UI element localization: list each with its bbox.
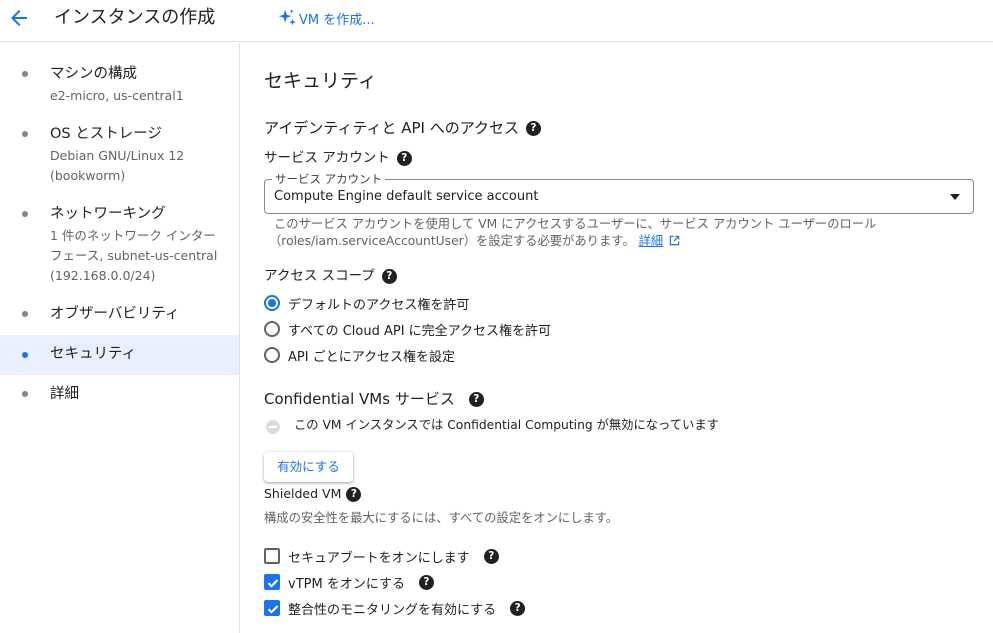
sidebar-nav: マシンの構成 e2-micro, us-central1 OS とストレージ D…: [0, 43, 240, 633]
radio-label: API ごとにアクセス権を設定: [288, 349, 456, 365]
create-vm-label: VM を作成...: [299, 12, 375, 28]
sidebar-item-label: マシンの構成: [50, 66, 137, 82]
checkbox-checked-icon: [264, 574, 280, 590]
confidential-status-text: この VM インスタンスでは Confidential Computing が無…: [294, 418, 719, 432]
dropdown-arrow-icon: [950, 194, 960, 200]
main-content: セキュリティ アイデンティティと API へのアクセス ? サービス アカウント…: [241, 43, 993, 633]
sidebar-item-os-storage[interactable]: OS とストレージ Debian GNU/Linux 12 (bookworm): [0, 119, 239, 189]
radio-unselected-icon: [264, 347, 280, 363]
help-icon[interactable]: ?: [525, 120, 541, 136]
service-account-heading-text: サービス アカウント: [264, 150, 390, 166]
disabled-status-icon: [266, 420, 280, 434]
sidebar-item-networking[interactable]: ネットワーキング 1 件のネットワーク インターフェース, subnet-us-…: [0, 199, 239, 289]
create-vm-with-ai-button[interactable]: VM を作成...: [276, 7, 375, 29]
step-dot-icon: [22, 391, 28, 397]
checkbox-checked-icon: [264, 600, 280, 616]
sidebar-item-label: オブザーバビリティ: [50, 306, 180, 322]
checkbox-label: vTPM をオンにする: [288, 576, 405, 592]
confidential-heading-text: Confidential VMs サービス: [264, 390, 455, 408]
service-account-float-label: サービス アカウント: [272, 171, 386, 187]
help-icon[interactable]: ?: [468, 391, 484, 407]
help-icon[interactable]: ?: [510, 600, 526, 616]
shielded-heading-text: Shielded VM: [264, 486, 342, 501]
sidebar-item-advanced[interactable]: 詳細: [0, 379, 239, 409]
vtpm-checkbox[interactable]: vTPM をオンにする ?: [264, 572, 434, 592]
identity-heading: アイデンティティと API へのアクセス ?: [264, 118, 541, 138]
access-scope-heading-text: アクセス スコープ: [264, 268, 375, 284]
confidential-vms-heading: Confidential VMs サービス ?: [264, 389, 484, 409]
radio-label: すべての Cloud API に完全アクセス権を許可: [288, 323, 552, 339]
radio-unselected-icon: [264, 321, 280, 337]
sidebar-item-label: ネットワーキング: [50, 206, 166, 222]
secure-boot-checkbox[interactable]: セキュアブートをオンにします ?: [264, 546, 499, 566]
help-icon[interactable]: ?: [396, 150, 412, 166]
external-link-icon: [669, 235, 680, 246]
service-account-select[interactable]: サービス アカウント Compute Engine default servic…: [264, 171, 974, 214]
integrity-monitoring-checkbox[interactable]: 整合性のモニタリングを有効にする ?: [264, 598, 526, 618]
checkbox-unchecked-icon: [264, 548, 280, 564]
sidebar-item-summary: e2-micro, us-central1: [50, 88, 184, 103]
step-dot-icon: [22, 352, 28, 358]
help-icon[interactable]: ?: [381, 268, 397, 284]
service-account-heading: サービス アカウント ?: [264, 149, 412, 167]
access-scope-default-radio[interactable]: デフォルトのアクセス権を許可: [264, 293, 469, 313]
identity-heading-text: アイデンティティと API へのアクセス: [264, 119, 519, 137]
step-dot-icon: [22, 211, 28, 217]
back-arrow-icon[interactable]: [7, 6, 31, 30]
service-account-helper-line1: このサービス アカウントを使用して VM にアクセスするユーザーに、サービス ア…: [274, 217, 877, 231]
sidebar-item-summary: 1 件のネットワーク インターフェース, subnet-us-central (…: [50, 228, 218, 283]
sidebar-item-summary: Debian GNU/Linux 12 (bookworm): [50, 148, 185, 183]
help-icon[interactable]: ?: [346, 486, 362, 502]
access-scope-full-radio[interactable]: すべての Cloud API に完全アクセス権を許可: [264, 319, 551, 339]
shielded-vm-heading: Shielded VM ?: [264, 485, 362, 503]
sidebar-item-machine-config[interactable]: マシンの構成 e2-micro, us-central1: [0, 59, 239, 107]
shielded-vm-description: 構成の安全性を最大にするには、すべての設定をオンにします。: [264, 511, 619, 525]
details-link[interactable]: 詳細: [639, 234, 664, 248]
enable-confidential-button[interactable]: 有効にする: [264, 452, 353, 482]
step-dot-icon: [22, 71, 28, 77]
step-dot-icon: [22, 311, 28, 317]
service-account-value: Compute Engine default service account: [274, 189, 539, 204]
sparkle-icon: [278, 8, 296, 26]
top-header: インスタンスの作成 VM を作成...: [0, 0, 993, 42]
access-scope-heading: アクセス スコープ ?: [264, 267, 397, 285]
radio-label: デフォルトのアクセス権を許可: [288, 297, 470, 313]
sidebar-item-label: 詳細: [50, 386, 79, 402]
sidebar-item-security[interactable]: セキュリティ: [0, 335, 239, 375]
help-icon[interactable]: ?: [418, 574, 434, 590]
section-title: セキュリティ: [264, 70, 377, 92]
step-dot-icon: [22, 131, 28, 137]
sidebar-item-label: OS とストレージ: [50, 126, 162, 142]
checkbox-label: 整合性のモニタリングを有効にする: [288, 602, 497, 618]
checkbox-label: セキュアブートをオンにします: [288, 550, 470, 566]
service-account-helper-line2: （roles/iam.serviceAccountUser）を設定する必要があり…: [269, 233, 680, 250]
sidebar-item-label: セキュリティ: [50, 346, 137, 362]
helper-text: （roles/iam.serviceAccountUser）を設定する必要があり…: [269, 234, 635, 248]
sidebar-item-observability[interactable]: オブザーバビリティ: [0, 299, 239, 329]
radio-selected-icon: [264, 295, 280, 311]
page-title: インスタンスの作成: [54, 7, 216, 28]
access-scope-per-api-radio[interactable]: API ごとにアクセス権を設定: [264, 345, 455, 365]
help-icon[interactable]: ?: [483, 548, 499, 564]
